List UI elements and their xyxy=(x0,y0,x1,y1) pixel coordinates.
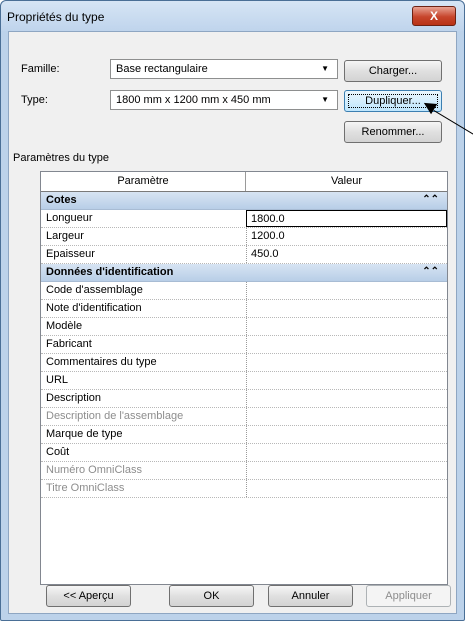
collapse-icon[interactable]: ⌃⌃ xyxy=(422,266,439,277)
param-row[interactable]: Coût xyxy=(41,444,447,462)
param-name: Commentaires du type xyxy=(46,356,157,368)
param-name: Longueur xyxy=(46,212,93,224)
rename-button[interactable]: Renommer... xyxy=(344,121,442,143)
family-dropdown[interactable]: Base rectangulaire ▼ xyxy=(110,59,338,79)
param-value[interactable] xyxy=(246,318,447,335)
param-value[interactable] xyxy=(246,390,447,407)
param-value[interactable]: 1200.0 xyxy=(246,228,447,245)
param-name: URL xyxy=(46,374,69,386)
param-name: Fabricant xyxy=(46,338,92,350)
apply-button: Appliquer xyxy=(366,585,451,607)
param-value[interactable] xyxy=(246,354,447,371)
type-dropdown[interactable]: 1800 mm x 1200 mm x 450 mm ▼ xyxy=(110,90,338,110)
group-title: Cotes xyxy=(46,194,77,206)
param-row[interactable]: Numéro OmniClass xyxy=(41,462,447,480)
param-name: Coût xyxy=(46,446,70,458)
ok-button[interactable]: OK xyxy=(169,585,254,607)
param-value[interactable] xyxy=(246,408,447,425)
param-value[interactable] xyxy=(246,336,447,353)
param-row[interactable]: Commentaires du type xyxy=(41,354,447,372)
header-parameter[interactable]: Paramètre xyxy=(41,172,246,191)
param-name: Description de l'assemblage xyxy=(46,410,184,422)
chevron-down-icon: ▼ xyxy=(321,64,329,73)
window-title: Propriétés du type xyxy=(7,10,105,24)
param-row[interactable]: URL xyxy=(41,372,447,390)
param-row-largeur[interactable]: Largeur 1200.0 xyxy=(41,228,447,246)
param-row[interactable]: Description de l'assemblage xyxy=(41,408,447,426)
param-name: Numéro OmniClass xyxy=(46,464,142,476)
param-value-input[interactable]: 1800.0 xyxy=(246,210,447,227)
param-value[interactable] xyxy=(246,480,447,497)
param-name: Largeur xyxy=(46,230,84,242)
header-value[interactable]: Valeur xyxy=(246,172,447,191)
load-button[interactable]: Charger... xyxy=(344,60,442,82)
param-value[interactable] xyxy=(246,372,447,389)
param-row[interactable]: Modèle xyxy=(41,318,447,336)
type-properties-dialog: Propriétés du type X Famille: Base recta… xyxy=(0,0,465,621)
collapse-icon[interactable]: ⌃⌃ xyxy=(422,194,439,205)
param-value[interactable]: 450.0 xyxy=(246,246,447,263)
type-parameters-grid[interactable]: Paramètre Valeur Cotes ⌃⌃ Longueur 1800.… xyxy=(40,171,448,585)
title-bar[interactable]: Propriétés du type X xyxy=(1,1,464,31)
duplicate-label: Dupliquer... xyxy=(365,95,421,107)
family-label: Famille: xyxy=(21,63,60,75)
param-value[interactable] xyxy=(246,426,447,443)
type-value: 1800 mm x 1200 mm x 450 mm xyxy=(116,94,271,106)
group-title: Données d'identification xyxy=(46,266,174,278)
param-row[interactable]: Note d'identification xyxy=(41,300,447,318)
chevron-down-icon: ▼ xyxy=(321,95,329,104)
param-name: Epaisseur xyxy=(46,248,95,260)
param-row[interactable]: Titre OmniClass xyxy=(41,480,447,498)
group-identification[interactable]: Données d'identification ⌃⌃ xyxy=(41,264,447,282)
param-row[interactable]: Code d'assemblage xyxy=(41,282,447,300)
param-name: Modèle xyxy=(46,320,83,332)
param-name: Description xyxy=(46,392,102,404)
family-value: Base rectangulaire xyxy=(116,63,208,75)
param-value[interactable] xyxy=(246,282,447,299)
preview-button[interactable]: << Aperçu xyxy=(46,585,131,607)
type-parameters-heading: Paramètres du type xyxy=(13,152,109,164)
param-value[interactable] xyxy=(246,462,447,479)
param-name: Code d'assemblage xyxy=(46,284,143,296)
param-row[interactable]: Fabricant xyxy=(41,336,447,354)
param-row[interactable]: Marque de type xyxy=(41,426,447,444)
param-name: Marque de type xyxy=(46,428,123,440)
param-row-longueur[interactable]: Longueur 1800.0 xyxy=(41,210,447,228)
group-cotes[interactable]: Cotes ⌃⌃ xyxy=(41,192,447,210)
grid-header: Paramètre Valeur xyxy=(41,172,447,192)
param-name: Titre OmniClass xyxy=(46,482,125,494)
param-row[interactable]: Description xyxy=(41,390,447,408)
type-label: Type: xyxy=(21,94,48,106)
param-row-epaisseur[interactable]: Epaisseur 450.0 xyxy=(41,246,447,264)
param-value[interactable] xyxy=(246,300,447,317)
param-name: Note d'identification xyxy=(46,302,142,314)
close-button[interactable]: X xyxy=(412,6,456,26)
param-value[interactable] xyxy=(246,444,447,461)
cancel-button[interactable]: Annuler xyxy=(268,585,353,607)
